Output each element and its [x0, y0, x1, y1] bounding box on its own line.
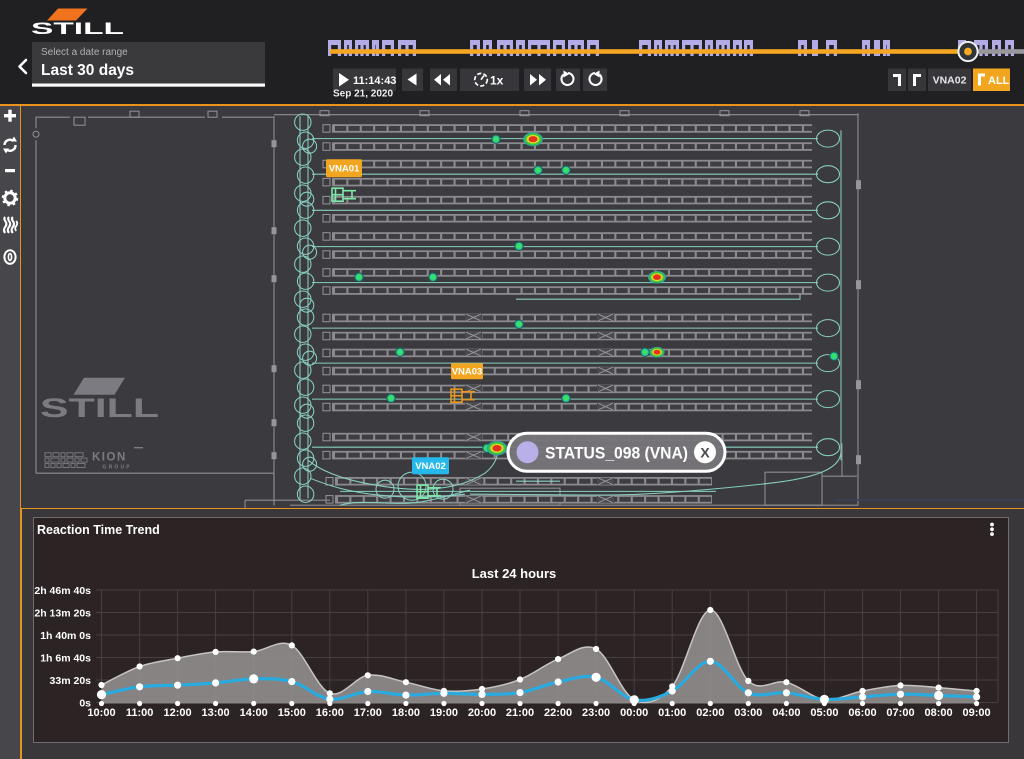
svg-text:Reaction Time Trend: Reaction Time Trend	[37, 523, 160, 537]
svg-text:VNA02: VNA02	[933, 75, 967, 87]
svg-text:2h 13m 20s: 2h 13m 20s	[34, 607, 91, 619]
svg-text:20:00: 20:00	[468, 707, 496, 719]
svg-text:1h 40m 0s: 1h 40m 0s	[40, 630, 91, 642]
svg-text:17:00: 17:00	[354, 707, 382, 719]
svg-text:21:00: 21:00	[506, 707, 534, 719]
svg-text:18:00: 18:00	[392, 707, 420, 719]
svg-text:14:00: 14:00	[240, 707, 268, 719]
svg-text:33m 20s: 33m 20s	[50, 675, 92, 687]
svg-text:01:00: 01:00	[658, 707, 686, 719]
svg-text:GROUP: GROUP	[103, 464, 132, 470]
svg-text:X: X	[700, 444, 710, 460]
svg-text:1h 6m 40s: 1h 6m 40s	[40, 652, 91, 664]
svg-text:04:00: 04:00	[772, 707, 800, 719]
svg-text:11:14:43: 11:14:43	[353, 75, 396, 87]
svg-text:03:00: 03:00	[734, 707, 762, 719]
svg-text:VNA02: VNA02	[415, 461, 446, 472]
svg-text:19:00: 19:00	[430, 707, 458, 719]
svg-text:ALL: ALL	[988, 75, 1010, 87]
svg-text:11:00: 11:00	[126, 707, 154, 719]
svg-text:23:00: 23:00	[582, 707, 610, 719]
svg-text:08:00: 08:00	[925, 707, 953, 719]
svg-text:STILL: STILL	[40, 393, 159, 423]
svg-text:05:00: 05:00	[810, 707, 838, 719]
svg-text:STATUS_098 (VNA): STATUS_098 (VNA)	[545, 444, 688, 462]
svg-text:2h 46m 40s: 2h 46m 40s	[34, 585, 91, 597]
svg-text:06:00: 06:00	[848, 707, 876, 719]
svg-text:13:00: 13:00	[202, 707, 230, 719]
svg-text:09:00: 09:00	[963, 707, 991, 719]
svg-text:Select a date range: Select a date range	[41, 47, 128, 58]
svg-text:22:00: 22:00	[544, 707, 572, 719]
svg-text:Sep 21, 2020: Sep 21, 2020	[333, 89, 393, 100]
svg-text:00:00: 00:00	[620, 707, 648, 719]
svg-text:KION: KION	[92, 451, 127, 463]
svg-text:15:00: 15:00	[278, 707, 306, 719]
svg-text:10:00: 10:00	[87, 707, 115, 719]
svg-text:Last 30 days: Last 30 days	[41, 62, 134, 79]
svg-text:VNA03: VNA03	[452, 366, 483, 377]
svg-text:VNA01: VNA01	[329, 163, 360, 174]
svg-text:STILL: STILL	[31, 19, 124, 38]
svg-text:02:00: 02:00	[696, 707, 724, 719]
svg-text:16:00: 16:00	[316, 707, 344, 719]
svg-text:1x: 1x	[490, 73, 504, 87]
svg-text:Last 24 hours: Last 24 hours	[472, 566, 557, 581]
svg-text:07:00: 07:00	[886, 707, 914, 719]
svg-text:12:00: 12:00	[164, 707, 192, 719]
